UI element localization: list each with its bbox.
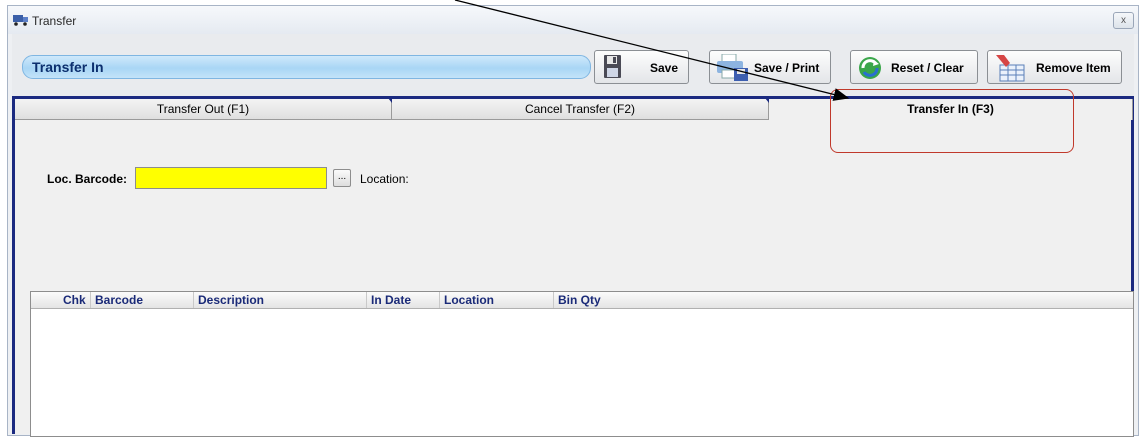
- floppy-disk-icon: [604, 55, 621, 78]
- remove-item-icon: [996, 55, 1025, 82]
- reset-clear-button[interactable]: Reset / Clear: [850, 50, 978, 84]
- column-header-location[interactable]: Location: [440, 292, 554, 308]
- column-header-in-date[interactable]: In Date: [367, 292, 440, 308]
- close-icon: x: [1121, 15, 1126, 26]
- transfer-items-grid[interactable]: Chk Barcode Description In Date Location…: [30, 291, 1134, 437]
- remove-item-button[interactable]: Remove Item: [987, 50, 1122, 84]
- transfer-window: Transfer x Transfer In Save Save / Print…: [7, 5, 1139, 437]
- loc-barcode-input[interactable]: [135, 167, 327, 189]
- ellipsis-icon: ...: [337, 171, 347, 182]
- close-button[interactable]: x: [1113, 12, 1134, 29]
- truck-icon: [13, 15, 28, 26]
- title-bar[interactable]: Transfer x: [8, 6, 1138, 34]
- loc-barcode-label: Loc. Barcode:: [47, 172, 128, 186]
- toolbar: Transfer In Save Save / Print Reset / Cl…: [12, 34, 1134, 96]
- save-label: Save: [650, 61, 679, 75]
- location-label: Location:: [360, 172, 409, 186]
- column-header-bin-qty[interactable]: Bin Qty: [554, 292, 1135, 308]
- save-print-label: Save / Print: [754, 61, 820, 75]
- tab-label: Transfer Out (F1): [156, 102, 250, 116]
- tab-cancel-transfer[interactable]: Cancel Transfer (F2): [392, 99, 769, 120]
- form-title: Transfer In: [22, 55, 591, 79]
- annotation-highlight-box: [830, 89, 1074, 153]
- save-print-button[interactable]: Save / Print: [709, 50, 831, 84]
- tab-label: Cancel Transfer (F2): [524, 102, 636, 116]
- column-header-barcode[interactable]: Barcode: [91, 292, 194, 308]
- refresh-icon: [859, 57, 881, 79]
- tab-transfer-out[interactable]: Transfer Out (F1): [15, 99, 392, 120]
- window-title: Transfer: [32, 14, 77, 28]
- printer-icon: [717, 54, 748, 81]
- reset-clear-label: Reset / Clear: [891, 61, 964, 75]
- browse-location-button[interactable]: ...: [333, 169, 351, 187]
- grid-header: Chk Barcode Description In Date Location…: [31, 292, 1133, 309]
- save-button[interactable]: Save: [594, 50, 689, 84]
- column-header-chk[interactable]: Chk: [31, 292, 91, 308]
- remove-item-label: Remove Item: [1036, 61, 1111, 75]
- column-header-description[interactable]: Description: [194, 292, 367, 308]
